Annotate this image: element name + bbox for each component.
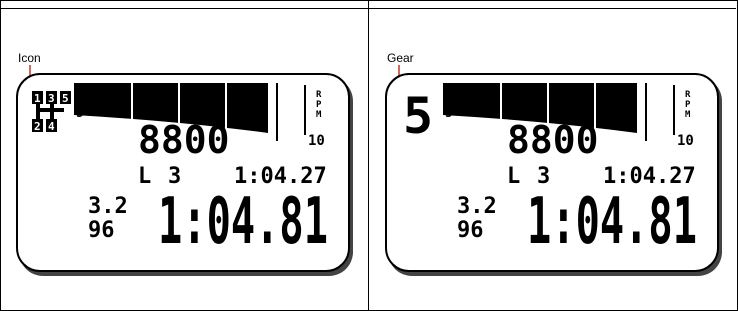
rpm-value: 8800 <box>138 118 230 162</box>
rpm-label-p: P <box>685 100 691 110</box>
rpm-label-r: R <box>685 90 691 100</box>
gear-icon-4: 4 <box>48 120 55 133</box>
scale-tick <box>304 85 306 135</box>
main-time: 1:04.81 <box>527 185 697 259</box>
rpm-label-m: M <box>685 110 691 120</box>
split-top: 3.2 <box>88 194 128 219</box>
lcd-screen: 5 5 R P M 10 8800 L 3 1:04.27 3.2 96 1:0… <box>385 73 719 272</box>
lcd-screen: 1 3 5 2 4 5 R P M 10 8800 L 3 1:04 <box>16 73 350 272</box>
rpm-value: 8800 <box>507 118 599 162</box>
gear-big: 5 <box>403 87 433 145</box>
lcd-graphics: 5 5 R P M 10 8800 L 3 1:04.27 3.2 96 1:0… <box>403 83 697 259</box>
scale-value: 10 <box>308 133 325 149</box>
scale-tick <box>673 85 675 135</box>
lcd-graphics: 1 3 5 2 4 5 R P M 10 8800 L 3 1:04 <box>32 83 328 259</box>
gear-shift-icon: 1 3 5 2 4 <box>32 91 71 133</box>
rpm-label-m: M <box>316 110 322 120</box>
scale-value: 10 <box>677 133 694 149</box>
split-bottom: 96 <box>88 218 115 243</box>
gear-icon-5: 5 <box>62 92 69 105</box>
panel-icon: Icon 1 3 5 2 4 5 <box>0 9 367 311</box>
rpm-label-r: R <box>316 90 322 100</box>
gear-icon-2: 2 <box>34 120 41 133</box>
lap-label: L <box>507 164 520 189</box>
panel-gear: Gear 5 5 R P M 10 8800 L 3 1:04.27 3.2 9… <box>369 9 736 311</box>
split-top: 3.2 <box>457 194 497 219</box>
lap-label: L <box>138 164 151 189</box>
split-bottom: 96 <box>457 218 484 243</box>
gear-icon-1: 1 <box>34 92 41 105</box>
main-time: 1:04.81 <box>158 185 328 259</box>
rpm-label-p: P <box>316 100 322 110</box>
gear-icon-3: 3 <box>48 92 55 105</box>
